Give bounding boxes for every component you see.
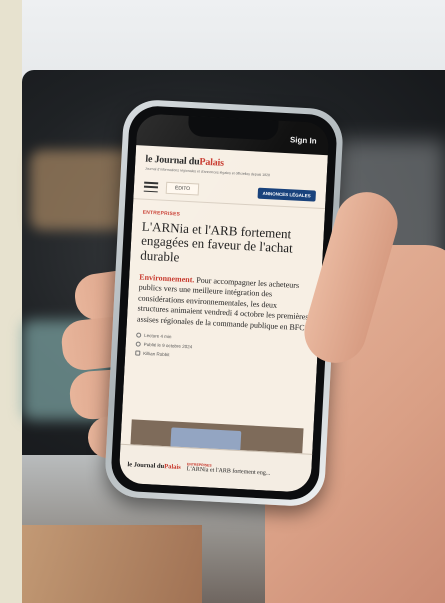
phone-screen: Sign In le Journal duPalais Journal d'in… (118, 113, 330, 493)
article-page: le Journal duPalais Journal d'informatio… (120, 145, 328, 455)
background-strip (0, 0, 22, 603)
logo-text-accent: Palais (199, 156, 225, 169)
bottom-logo-accent: Palais (164, 462, 182, 471)
article-lead: Environnement. Pour accompagner les ache… (127, 262, 322, 334)
phone-bezel: Sign In le Journal duPalais Journal d'in… (110, 104, 338, 502)
clock-icon (136, 332, 142, 338)
edito-button[interactable]: ÉDITO (165, 181, 200, 196)
smartphone: Sign In le Journal duPalais Journal d'in… (103, 98, 345, 508)
sign-in-link[interactable]: Sign In (290, 135, 317, 145)
published-text: Publié le 9 octobre 2024 (143, 341, 193, 350)
menu-icon[interactable] (143, 181, 159, 193)
author-name[interactable]: Killian Robbit (143, 351, 169, 357)
logo-text: le Journal du (145, 153, 200, 168)
photo-scene: Sign In le Journal duPalais Journal d'in… (0, 0, 445, 603)
read-time-text: Lecture 4 min (144, 332, 172, 340)
bottom-logo-text: le Journal du (127, 460, 165, 470)
bottom-article-info: ENTREPRISES L'ARNia et l'ARB fortement e… (187, 462, 271, 476)
lead-text: Pour accompagner les acheteurs publics v… (136, 275, 309, 332)
article-headline: L'ARNia et l'ARB fortement engagées en f… (140, 218, 294, 265)
background-wood (22, 525, 202, 603)
bottom-logo: le Journal duPalais (127, 461, 181, 471)
calendar-icon (135, 341, 141, 347)
user-icon (135, 350, 141, 356)
legal-notices-button[interactable]: ANNONCES LÉGALES (257, 187, 317, 202)
